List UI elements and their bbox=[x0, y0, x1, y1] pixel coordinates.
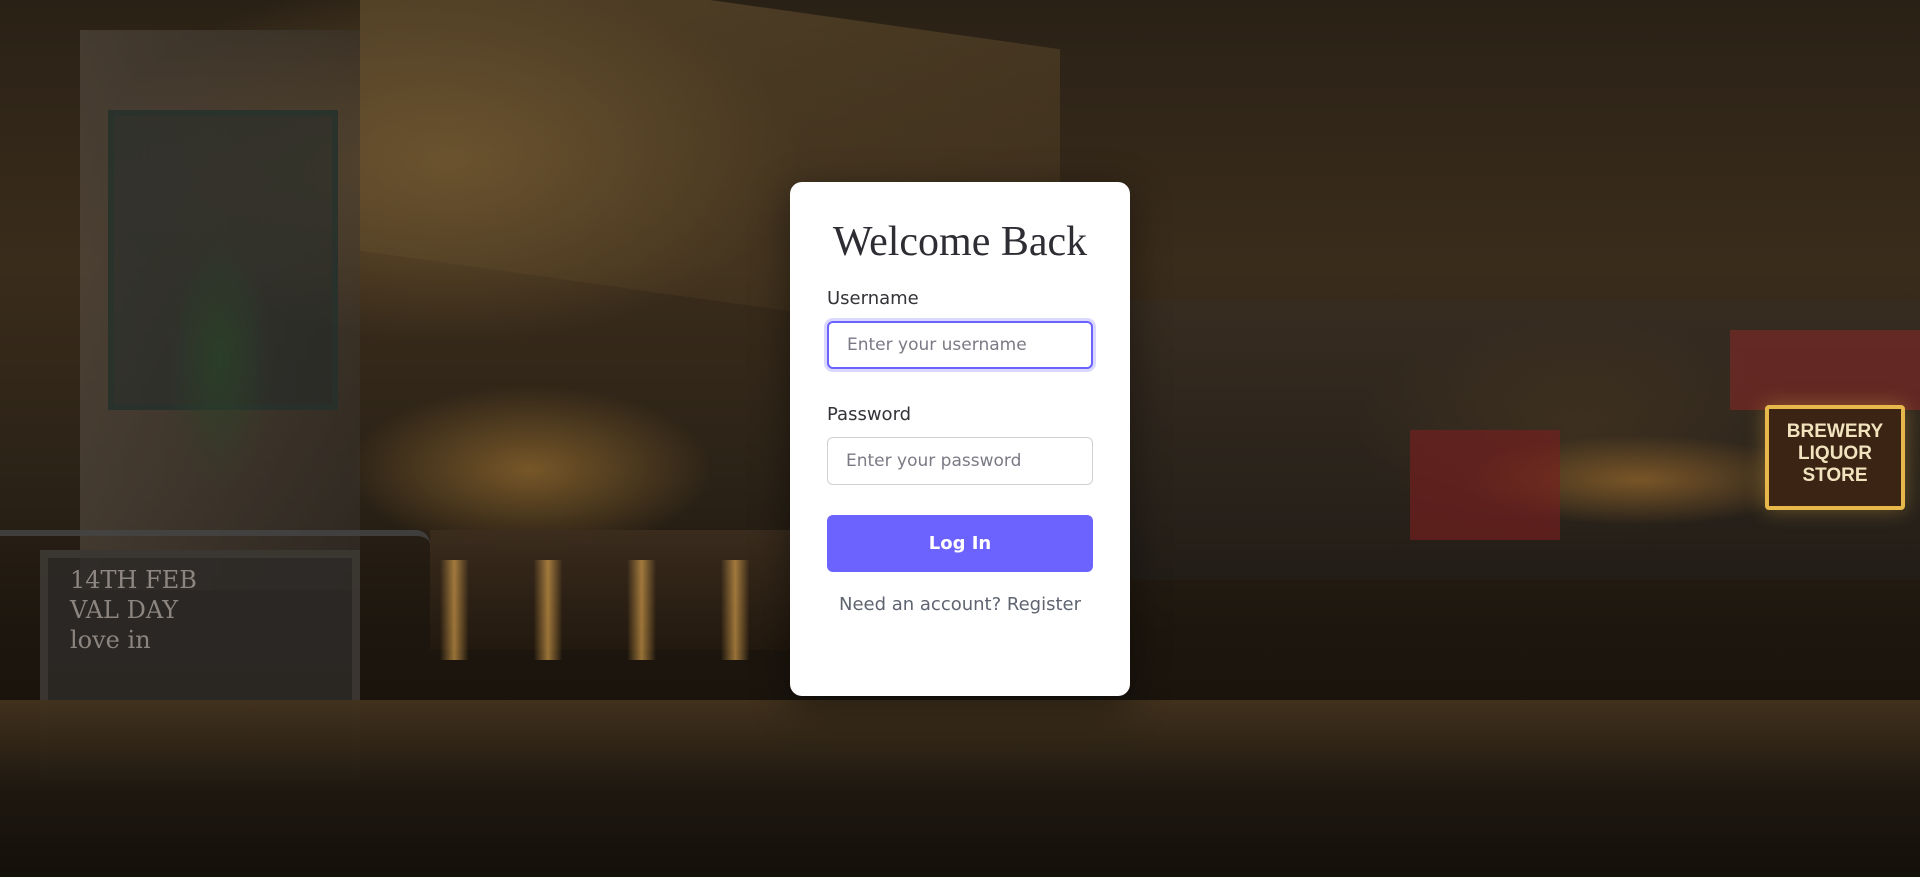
password-group: Password bbox=[827, 404, 1093, 485]
username-label: Username bbox=[827, 288, 919, 309]
bar-lights-decor bbox=[440, 560, 800, 660]
login-button[interactable]: Log In bbox=[827, 515, 1093, 572]
books-decor bbox=[1730, 330, 1920, 410]
sign-line: STORE bbox=[1802, 465, 1868, 486]
chalkboard-text: 14TH FEB VAL DAY love in bbox=[70, 565, 197, 655]
sign-line: BREWERY bbox=[1786, 421, 1884, 442]
chalkboard-line: 14TH FEB bbox=[70, 566, 197, 594]
username-input[interactable] bbox=[827, 321, 1093, 369]
brewery-sign: BREWERY LIQUOR STORE bbox=[1765, 405, 1905, 510]
chalkboard-line: VAL DAY bbox=[70, 596, 179, 624]
username-group: Username bbox=[827, 288, 1093, 369]
red-cabinet-decor bbox=[1410, 430, 1560, 540]
register-link[interactable]: Register bbox=[1007, 594, 1081, 615]
sign-line: LIQUOR bbox=[1798, 443, 1872, 464]
password-input[interactable] bbox=[827, 437, 1093, 485]
rail-decor bbox=[0, 530, 430, 544]
login-title: Welcome Back bbox=[832, 219, 1088, 265]
counter-edge-decor bbox=[0, 700, 1920, 790]
password-label: Password bbox=[827, 404, 912, 425]
register-line: Need an account? Register bbox=[827, 594, 1093, 615]
login-card: Welcome Back Username Password Log In Ne… bbox=[790, 182, 1130, 696]
register-prompt: Need an account? bbox=[838, 594, 1007, 615]
plant-decor bbox=[150, 190, 290, 530]
chalkboard-line: love in bbox=[70, 626, 151, 654]
